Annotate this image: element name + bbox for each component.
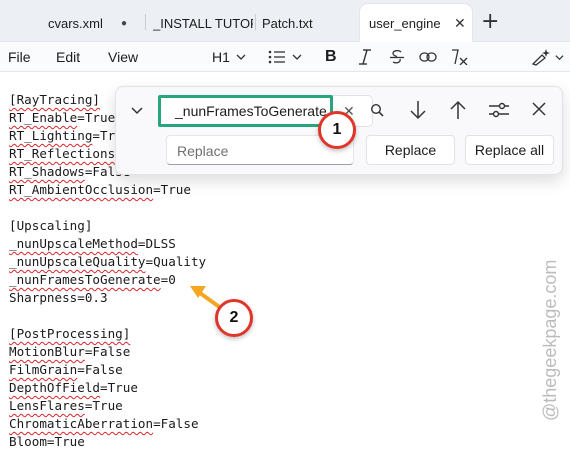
editor-line: [Upscaling] xyxy=(9,217,92,235)
find-input-highlight xyxy=(158,95,333,127)
misspelled-word: _nunUpscaleMethod xyxy=(9,236,138,251)
line-text: [Upscaling] xyxy=(9,218,93,233)
strikethrough-icon xyxy=(390,50,404,64)
replace-all-button[interactable]: Replace all xyxy=(465,135,554,165)
line-text: =False xyxy=(153,416,199,431)
annotation-callout-2: 2 xyxy=(215,299,253,337)
misspelled-word: [PostProcessing] xyxy=(9,326,131,341)
editor-line: DepthOfField=True xyxy=(9,379,138,397)
copilot-button[interactable] xyxy=(530,46,564,68)
chevron-down-icon xyxy=(292,54,302,60)
editor-line: RT_AmbientOcclusion=True xyxy=(9,181,191,199)
tab-patch-txt[interactable]: Patch.txt xyxy=(262,4,352,42)
misspelled-word: RT_Lighting xyxy=(9,128,93,143)
replace-button[interactable]: Replace xyxy=(366,135,455,165)
editor-line: [RayTracing] xyxy=(9,91,100,109)
line-text: =True xyxy=(84,398,123,413)
tab-separator xyxy=(145,14,146,30)
tab-label: cvars.xml xyxy=(48,15,103,31)
editor-line: RT_Lighting=True xyxy=(9,127,130,145)
tab-cvars-xml[interactable]: cvars.xml ● xyxy=(48,4,138,42)
close-tab-icon[interactable]: ✕ xyxy=(454,15,466,32)
line-text: =True xyxy=(153,182,191,197)
line-text: =False xyxy=(77,362,123,377)
misspelled-word: MotionBlur xyxy=(9,344,85,359)
pen-sparkle-icon xyxy=(531,49,550,66)
unsaved-dot-icon[interactable]: ● xyxy=(121,18,135,29)
line-text: =True xyxy=(100,380,138,395)
menu-edit[interactable]: Edit xyxy=(56,49,80,65)
misspelled-word: DepthOfField xyxy=(9,380,100,395)
find-previous-icon[interactable] xyxy=(449,100,467,120)
link-icon xyxy=(419,52,437,62)
clear-formatting-icon xyxy=(452,49,468,65)
italic-icon xyxy=(359,49,371,65)
bold-button[interactable]: B xyxy=(325,46,337,68)
new-tab-button[interactable]: + xyxy=(481,9,499,34)
editor-line: _nunUpscaleQuality=Quality xyxy=(9,253,206,271)
editor-line: FilmGrain=False xyxy=(9,361,123,379)
chevron-down-icon xyxy=(236,54,246,60)
find-next-icon[interactable] xyxy=(409,100,427,120)
strikethrough-button[interactable] xyxy=(389,46,405,68)
chevron-down-icon xyxy=(555,54,564,60)
misspelled-word: RT_Enable xyxy=(9,110,78,125)
editor-line: [PostProcessing] xyxy=(9,325,130,343)
line-text: =True xyxy=(77,110,116,125)
list-icon xyxy=(268,50,285,64)
misspelled-word: LensFlares xyxy=(9,398,85,413)
heading-label: H1 xyxy=(212,49,230,65)
misspelled-word: ChromaticAberration xyxy=(9,416,154,431)
editor-line: LensFlares=True xyxy=(9,397,123,415)
line-text: =0 xyxy=(160,272,176,287)
tab-label: _INSTALL TUTORI xyxy=(153,15,253,31)
misspelled-word: [RayTracing] xyxy=(9,92,100,107)
menu-view[interactable]: View xyxy=(108,49,138,65)
misspelled-word: _nunUpscaleQuality xyxy=(9,254,146,269)
tab-bar: cvars.xml ● _INSTALL TUTORI Patch.txt us… xyxy=(0,0,570,42)
editor-line: _nunFramesToGenerate=0 xyxy=(9,271,176,289)
annotation-callout-1: 1 xyxy=(318,111,356,149)
line-text: =False xyxy=(84,344,131,359)
editor-line: MotionBlur=False xyxy=(9,343,130,361)
tab-label: Patch.txt xyxy=(262,15,313,31)
search-icon[interactable] xyxy=(370,103,384,117)
tab-install-tutorial[interactable]: _INSTALL TUTORI xyxy=(153,4,253,42)
tab-label: user_engine xyxy=(369,15,441,31)
tab-separator xyxy=(255,14,256,30)
italic-button[interactable] xyxy=(358,46,372,68)
editor-line: _nunUpscaleMethod=DLSS xyxy=(9,235,176,253)
replace-placeholder: Replace xyxy=(177,143,229,159)
editor-line: ChromaticAberration=False xyxy=(9,415,199,433)
bold-label: B xyxy=(325,48,337,65)
close-find-icon[interactable] xyxy=(532,102,546,116)
misspelled-word: RT_Reflections xyxy=(9,146,116,161)
line-text: =Quality xyxy=(145,254,207,269)
editor-line: RT_Shadows=False xyxy=(9,163,130,181)
search-options-icon[interactable] xyxy=(488,100,510,120)
misspelled-word: RT_AmbientOcclusion xyxy=(9,182,154,197)
misspelled-word: FilmGrain xyxy=(9,362,78,377)
line-text: Bloom=True xyxy=(9,434,85,449)
editor-line: RT_Enable=True xyxy=(9,109,115,127)
watermark: @thegeekpage.com xyxy=(540,259,560,421)
list-dropdown[interactable] xyxy=(268,46,302,68)
misspelled-word: _nunFramesToGenerate xyxy=(9,272,161,287)
line-text: Sharpness=0.3 xyxy=(9,290,108,305)
heading-dropdown[interactable]: H1 xyxy=(212,46,246,68)
link-button[interactable] xyxy=(419,46,437,68)
menu-bar: File Edit View H1 B xyxy=(0,42,570,72)
clear-formatting-button[interactable] xyxy=(451,46,469,68)
menu-file[interactable]: File xyxy=(8,49,31,65)
line-text: =DLSS xyxy=(137,236,176,251)
misspelled-word: RT_Shadows xyxy=(9,164,85,179)
collapse-chevron-icon[interactable] xyxy=(130,103,144,117)
editor-line: Bloom=True xyxy=(9,433,85,451)
editor-line: Sharpness=0.3 xyxy=(9,289,108,307)
